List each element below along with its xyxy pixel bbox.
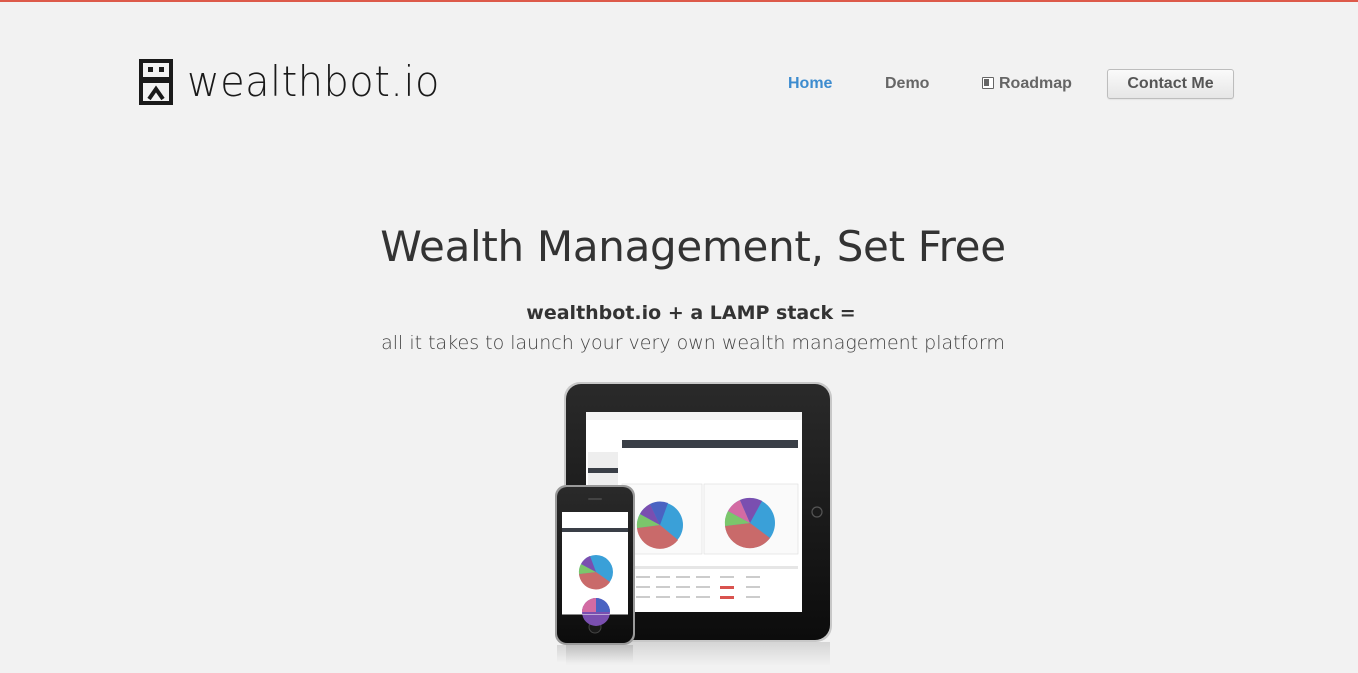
tablet-pie-chart-left	[636, 501, 683, 549]
nav-demo-link[interactable]: Demo	[885, 69, 929, 99]
tablet-and-phone-dashboard-illustration	[555, 382, 832, 666]
nav-roadmap-label: Roadmap	[999, 75, 1072, 92]
contact-me-button[interactable]: Contact Me	[1107, 69, 1234, 99]
logo[interactable]: wealthbot.io	[139, 58, 453, 106]
tablet-pie-chart-right	[724, 497, 775, 549]
robot-logo-icon	[139, 59, 173, 105]
nav-home-link[interactable]: Home	[788, 69, 832, 99]
hero-tagline-strong: wealthbot.io + a LAMP stack =	[526, 302, 856, 324]
hero-tagline: all it takes to launch your very own wea…	[381, 332, 1005, 354]
logo-text: wealthbot.io	[187, 57, 440, 106]
phone-pie-chart-bottom	[582, 598, 610, 626]
nav-roadmap-link[interactable]: Roadmap	[982, 69, 1072, 99]
page: wealthbot.io Home Demo Roadmap Contact M…	[0, 0, 1358, 673]
main-nav: Home Demo Roadmap Contact Me	[760, 69, 1234, 99]
phone-device	[555, 485, 635, 663]
phone-pie-chart-top	[578, 555, 613, 590]
hero-title: Wealth Management, Set Free	[380, 222, 1006, 271]
trello-board-icon	[982, 77, 994, 89]
top-accent-rule	[0, 0, 1358, 2]
